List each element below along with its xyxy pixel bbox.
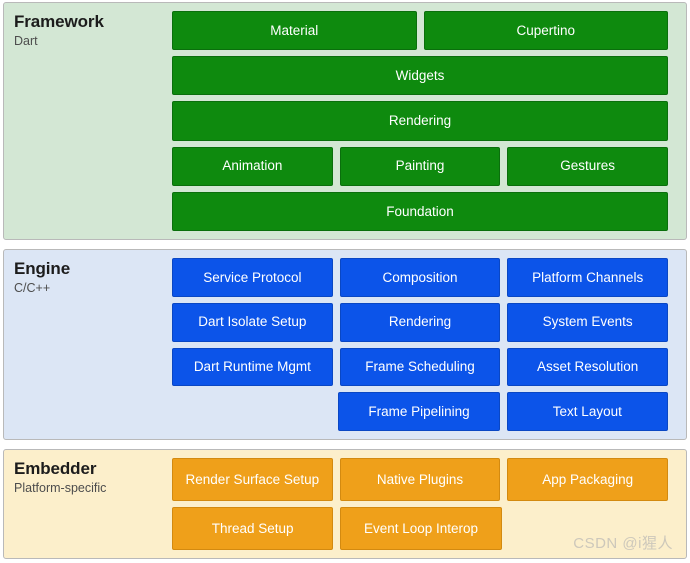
box-composition[interactable]: Composition [340,258,501,297]
layer-engine-label: Engine C/C++ [4,250,172,439]
table-row: Dart Runtime Mgmt Frame Scheduling Asset… [172,348,668,387]
table-row: Animation Painting Gestures [172,147,668,186]
box-frame-scheduling[interactable]: Frame Scheduling [340,348,501,387]
box-dart-runtime-mgmt[interactable]: Dart Runtime Mgmt [172,348,333,387]
table-row: Dart Isolate Setup Rendering System Even… [172,303,668,342]
box-app-packaging[interactable]: App Packaging [507,458,668,501]
table-row: Render Surface Setup Native Plugins App … [172,458,668,501]
layer-embedder-title: Embedder [14,459,172,479]
table-row: Frame Pipelining Text Layout [172,392,668,431]
box-gestures[interactable]: Gestures [507,147,668,186]
layer-engine-title: Engine [14,259,172,279]
box-dart-isolate-setup[interactable]: Dart Isolate Setup [172,303,333,342]
box-widgets[interactable]: Widgets [172,56,668,95]
box-native-plugins[interactable]: Native Plugins [340,458,501,501]
layer-framework-title: Framework [14,12,172,32]
box-animation[interactable]: Animation [172,147,333,186]
box-material[interactable]: Material [172,11,417,50]
box-rendering-framework[interactable]: Rendering [172,101,668,140]
table-row: Material Cupertino [172,11,668,50]
box-spacer-engine [172,392,331,431]
box-platform-channels[interactable]: Platform Channels [507,258,668,297]
box-cupertino[interactable]: Cupertino [424,11,669,50]
table-row: Thread Setup Event Loop Interop [172,507,668,550]
table-row: Foundation [172,192,668,231]
layer-framework-grid: Material Cupertino Widgets Rendering Ani… [172,3,686,239]
box-service-protocol[interactable]: Service Protocol [172,258,333,297]
layer-engine: Engine C/C++ Service Protocol Compositio… [3,249,687,440]
layer-embedder-subtitle: Platform-specific [14,480,172,496]
box-system-events[interactable]: System Events [507,303,668,342]
box-painting[interactable]: Painting [340,147,501,186]
layer-framework-subtitle: Dart [14,33,172,49]
layer-embedder: Embedder Platform-specific Render Surfac… [3,449,687,559]
box-rendering-engine[interactable]: Rendering [340,303,501,342]
layer-embedder-grid: Render Surface Setup Native Plugins App … [172,450,686,558]
table-row: Widgets [172,56,668,95]
box-text-layout[interactable]: Text Layout [507,392,668,431]
architecture-diagram: Framework Dart Material Cupertino Widget… [0,0,690,563]
box-thread-setup[interactable]: Thread Setup [172,507,333,550]
box-event-loop-interop[interactable]: Event Loop Interop [340,507,501,550]
box-asset-resolution[interactable]: Asset Resolution [507,348,668,387]
box-frame-pipelining[interactable]: Frame Pipelining [338,392,499,431]
table-row: Rendering [172,101,668,140]
layer-engine-grid: Service Protocol Composition Platform Ch… [172,250,686,439]
layer-framework-label: Framework Dart [4,3,172,239]
layer-framework: Framework Dart Material Cupertino Widget… [3,2,687,240]
box-render-surface-setup[interactable]: Render Surface Setup [172,458,333,501]
table-row: Service Protocol Composition Platform Ch… [172,258,668,297]
box-spacer-embedder [509,507,668,550]
box-foundation[interactable]: Foundation [172,192,668,231]
layer-engine-subtitle: C/C++ [14,280,172,296]
layer-embedder-label: Embedder Platform-specific [4,450,172,558]
